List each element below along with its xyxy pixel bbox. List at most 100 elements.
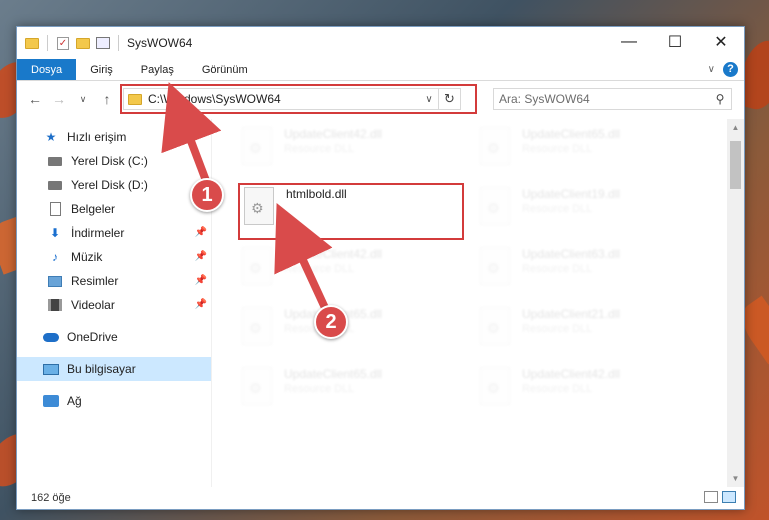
file-name: UpdateClient42.dll [522,367,621,381]
recent-locations-chevron-icon[interactable]: ∨ [73,94,93,105]
sidebar-item-videos[interactable]: Videolar 📌 [17,293,211,317]
new-folder-icon[interactable] [76,36,90,50]
downloads-icon: ⬇ [49,226,61,240]
sidebar-item-label: Müzik [71,250,103,264]
dll-file-icon [480,187,510,225]
dll-file-icon [480,247,510,285]
sidebar-item-music[interactable]: ♪ Müzik 📌 [17,245,211,269]
file-type: Resource DLL [284,263,355,275]
window-title: SysWOW64 [127,36,193,50]
window-controls: — ☐ ✕ [606,27,744,57]
address-highlight-box [120,84,477,114]
up-arrow-icon[interactable]: ↑ [97,91,117,107]
vertical-scrollbar[interactable]: ▲ ▼ [727,119,744,487]
sidebar-item-network[interactable]: Ağ [17,389,211,413]
tab-view[interactable]: Görünüm [188,59,262,80]
navigation-bar: ← → ∨ ↑ C:\Windows\SysWOW64 ∨ ↻ Ara: Sys… [17,81,744,117]
dll-file-icon [242,367,272,405]
file-item[interactable]: UpdateClient42.dll Resource DLL [242,127,442,177]
file-name: UpdateClient21.dll [522,307,621,321]
sidebar-item-label: Yerel Disk (C:) [71,154,148,168]
file-name: UpdateClient19.dll [522,187,621,201]
sidebar-item-label: Resimler [71,274,119,288]
videos-icon [47,298,63,312]
ribbon-tabs: Dosya Giriş Paylaş Görünüm ∨ ? [17,59,744,81]
disk-icon [47,154,63,168]
properties-check-icon[interactable]: ✓ [56,36,70,50]
file-type: Resource DLL [522,383,593,395]
file-type: Resource DLL [522,323,593,335]
file-name: UpdateClient42.dll [284,127,383,141]
pin-icon[interactable]: 📌 [195,299,207,310]
file-type: Resource DLL [522,203,593,215]
maximize-button[interactable]: ☐ [652,27,698,57]
title-bar: ✓ SysWOW64 — ☐ ✕ [17,27,744,59]
large-icons-view-icon[interactable] [722,491,736,503]
navigation-pane: ★ Hızlı erişim Yerel Disk (C:) Yerel Dis… [17,119,211,487]
tab-home[interactable]: Giriş [76,59,127,80]
forward-arrow-icon[interactable]: → [49,91,69,107]
dll-file-icon [242,127,272,165]
ribbon-right: ∨ ? [708,62,738,77]
details-view-icon[interactable] [704,491,718,503]
file-item[interactable]: UpdateClient63.dll Resource DLL [480,247,680,297]
pin-icon[interactable]: 📌 [195,275,207,286]
scrollbar-thumb[interactable] [730,141,741,189]
pin-icon[interactable]: 📌 [195,251,207,262]
sidebar-item-quick-access[interactable]: ★ Hızlı erişim [17,125,211,149]
sidebar-item-onedrive[interactable]: OneDrive [17,325,211,349]
help-icon[interactable]: ? [723,62,738,77]
file-explorer-window: ✓ SysWOW64 — ☐ ✕ Dosya Giriş Paylaş Görü… [16,26,745,510]
file-item[interactable]: UpdateClient42.dll Resource DLL [480,367,680,417]
minimize-button[interactable]: — [606,27,652,57]
expand-ribbon-chevron-icon[interactable]: ∨ [708,64,715,75]
sidebar-item-label: Videolar [71,298,115,312]
explorer-body: ★ Hızlı erişim Yerel Disk (C:) Yerel Dis… [17,119,744,487]
file-type: Resource DLL [522,263,593,275]
sidebar-item-documents[interactable]: Belgeler [17,197,211,221]
sidebar-item-label: OneDrive [67,330,118,344]
search-box[interactable]: Ara: SysWOW64 ⚲ [493,88,732,110]
this-pc-icon [43,362,59,376]
file-name: UpdateClient63.dll [522,247,621,261]
file-item[interactable]: UpdateClient42.dll Resource DLL [242,247,442,297]
divider [47,35,48,51]
star-icon: ★ [45,130,57,144]
dll-file-icon [480,127,510,165]
file-item[interactable]: UpdateClient65.dll Resource DLL [480,127,680,177]
sidebar-item-this-pc[interactable]: Bu bilgisayar [17,357,211,381]
scroll-up-icon[interactable]: ▲ [727,119,744,136]
sidebar-item-pictures[interactable]: Resimler 📌 [17,269,211,293]
step-2-badge: 2 [314,305,348,339]
close-button[interactable]: ✕ [698,27,744,57]
customize-toolbar-icon[interactable] [96,36,110,50]
search-icon[interactable]: ⚲ [709,92,731,106]
pictures-icon [47,274,63,288]
divider [118,35,119,51]
dll-file-icon [242,307,272,345]
file-item[interactable]: UpdateClient65.dll Resource DLL [242,367,442,417]
file-item[interactable]: UpdateClient19.dll Resource DLL [480,187,680,237]
onedrive-icon [43,330,59,344]
sidebar-item-label: Belgeler [71,202,116,216]
pin-icon[interactable]: 📌 [195,227,207,238]
network-icon [43,394,59,408]
file-item[interactable]: UpdateClient21.dll Resource DLL [480,307,680,357]
sidebar-item-local-disk-c[interactable]: Yerel Disk (C:) [17,149,211,173]
file-type: Resource DLL [284,383,355,395]
sidebar-item-downloads[interactable]: ⬇ İndirmeler 📌 [17,221,211,245]
item-count: 162 öğe [31,492,71,504]
dll-file-icon [480,307,510,345]
documents-icon [47,202,63,216]
tab-file[interactable]: Dosya [17,59,77,80]
search-input[interactable]: Ara: SysWOW64 [499,92,709,106]
folder-icon[interactable] [25,36,39,50]
tab-share[interactable]: Paylaş [127,59,188,80]
back-arrow-icon[interactable]: ← [25,91,45,107]
dll-file-icon [242,247,272,285]
file-name: UpdateClient42.dll [284,247,383,261]
dll-file-icon [480,367,510,405]
scroll-down-icon[interactable]: ▼ [727,470,744,487]
sidebar-item-local-disk-d[interactable]: Yerel Disk (D:) [17,173,211,197]
step-1-badge: 1 [190,178,224,212]
